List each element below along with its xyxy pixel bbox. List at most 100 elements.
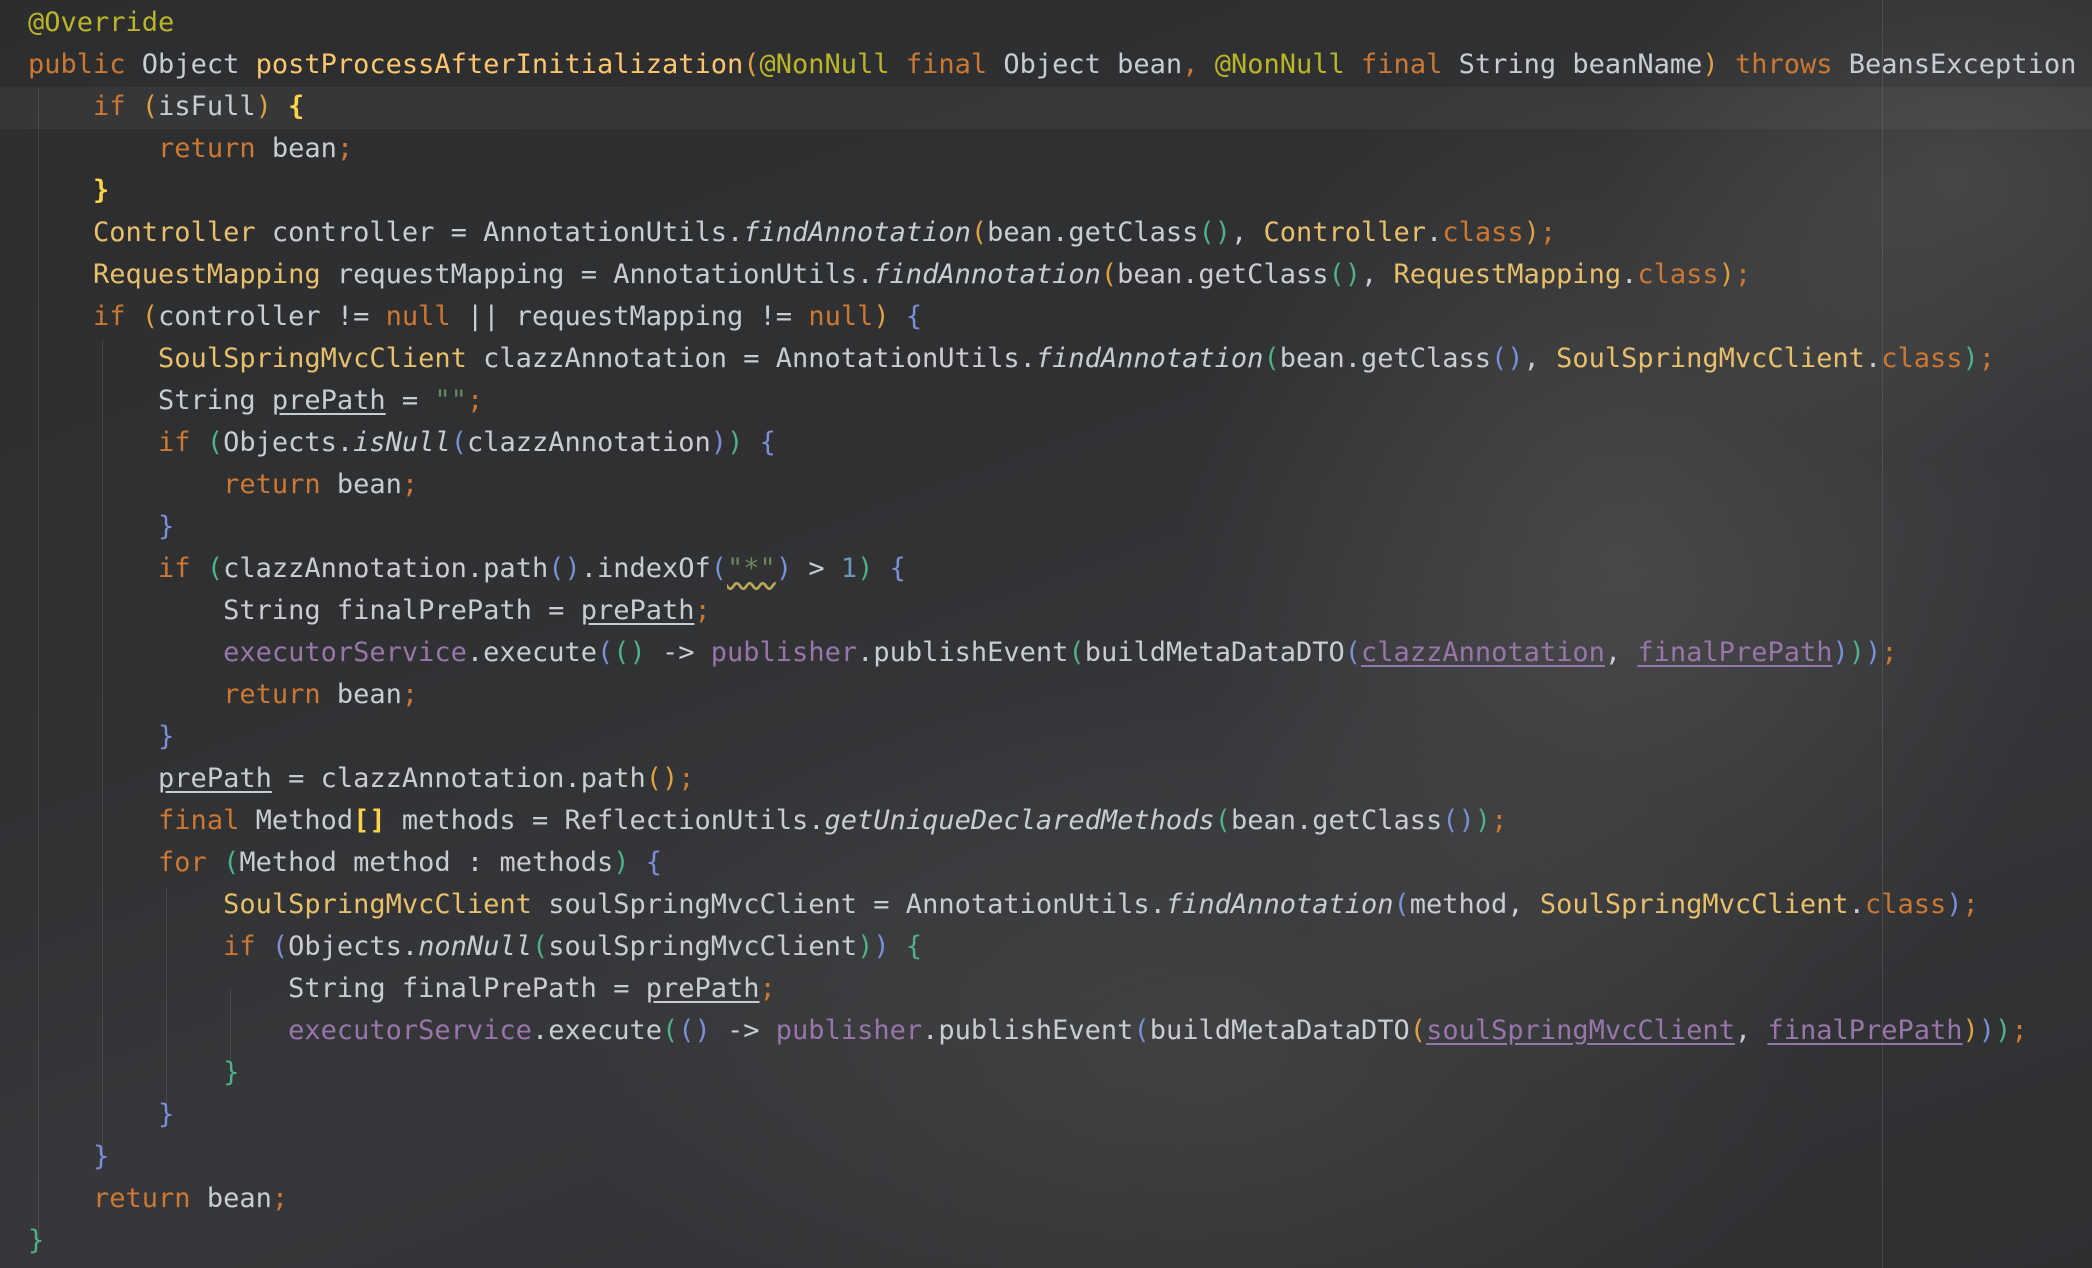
code-token: ; <box>678 763 695 794</box>
code-token: = clazzAnnotation.path <box>271 763 646 794</box>
code-token: -> <box>710 1015 776 1046</box>
code-line[interactable]: @Override <box>28 2 2092 44</box>
code-token: ( <box>661 1015 679 1046</box>
code-line[interactable]: prePath = clazzAnnotation.path(); <box>28 758 2092 800</box>
code-token: ) <box>1995 1015 2012 1046</box>
code-token: [] <box>353 805 386 836</box>
code-line[interactable]: } <box>28 1136 2092 1178</box>
code-token: findAnnotation <box>873 259 1101 290</box>
code-token: { <box>645 847 663 878</box>
code-editor[interactable]: @Override public Object postProcessAfterI… <box>0 0 2092 1268</box>
code-line[interactable]: if (controller != null || requestMapping… <box>28 296 2092 338</box>
code-token: ( <box>710 553 728 584</box>
code-line[interactable]: if (isFull) { <box>28 86 2092 128</box>
code-token: ) <box>613 847 630 878</box>
code-token: ) <box>775 553 793 584</box>
code-token: .publishEvent <box>922 1015 1134 1046</box>
code-line[interactable]: } <box>28 506 2092 548</box>
code-line[interactable]: return bean; <box>28 464 2092 506</box>
code-token: Object <box>125 49 256 80</box>
code-line[interactable]: } <box>28 1052 2092 1094</box>
code-token: postProcessAfterInitialization <box>255 49 744 80</box>
code-line[interactable]: executorService.execute(() -> publisher.… <box>28 632 2092 674</box>
code-line[interactable]: if (Objects.nonNull(soulSpringMvcClient)… <box>28 926 2092 968</box>
code-line[interactable]: return bean; <box>28 128 2092 170</box>
code-token: ( <box>970 217 988 248</box>
code-token: () <box>548 553 581 584</box>
code-line[interactable]: } <box>28 170 2092 212</box>
code-token: ) <box>1962 1015 1979 1046</box>
code-token: ( <box>743 49 760 80</box>
code-line[interactable]: if (Objects.isNull(clazzAnnotation)) { <box>28 422 2092 464</box>
code-line[interactable]: if (clazzAnnotation.path().indexOf("*") … <box>28 548 2092 590</box>
code-token: prePath <box>158 763 272 794</box>
code-line[interactable]: RequestMapping requestMapping = Annotati… <box>28 254 2092 296</box>
code-token: } <box>158 721 175 752</box>
code-line[interactable]: public Object postProcessAfterInitializa… <box>28 44 2092 86</box>
code-token: () <box>1491 343 1524 374</box>
code-line[interactable]: SoulSpringMvcClient clazzAnnotation = An… <box>28 338 2092 380</box>
code-line[interactable]: } <box>28 1094 2092 1136</box>
code-token: () <box>1328 259 1361 290</box>
code-line[interactable]: String finalPrePath = prePath; <box>28 968 2092 1010</box>
code-token: .execute <box>531 1015 662 1046</box>
code-token: () <box>645 763 679 794</box>
code-token: Object bean <box>987 49 1183 80</box>
code-token: publisher <box>775 1015 923 1046</box>
code-token: nonNull <box>418 931 532 962</box>
code-token: ( <box>1344 637 1362 668</box>
code-token: ) <box>857 553 874 584</box>
code-token: ) <box>710 427 728 458</box>
code-token: ; <box>1734 259 1752 290</box>
code-line[interactable]: for (Method method : methods) { <box>28 842 2092 884</box>
code-token: return <box>223 469 321 500</box>
code-line[interactable]: } <box>28 716 2092 758</box>
code-line[interactable]: String prePath = ""; <box>28 380 2092 422</box>
code-token: ( <box>1393 889 1410 920</box>
code-token: ; <box>694 595 711 626</box>
code-line[interactable]: final Method[] methods = ReflectionUtils… <box>28 800 2092 842</box>
code-token: return <box>223 679 321 710</box>
code-token: prePath <box>580 595 695 626</box>
code-line[interactable]: } <box>28 1220 2092 1262</box>
code-line[interactable]: executorService.execute(() -> publisher.… <box>28 1010 2092 1052</box>
code-token: ) <box>873 301 890 332</box>
code-token: , <box>1604 637 1638 668</box>
code-token: Objects. <box>288 931 419 962</box>
code-token: ) <box>1702 49 1719 80</box>
code-token: if <box>93 301 126 332</box>
code-token: ) <box>857 931 874 962</box>
code-token: if <box>223 931 256 962</box>
code-line[interactable]: Controller controller = AnnotationUtils.… <box>28 212 2092 254</box>
code-token: , <box>1230 217 1248 248</box>
code-line[interactable]: String finalPrePath = prePath; <box>28 590 2092 632</box>
code-token: Controller <box>93 217 256 248</box>
code-area[interactable]: @Override public Object postProcessAfterI… <box>28 2 2092 1262</box>
code-line[interactable]: return bean; <box>28 674 2092 716</box>
code-token: bean <box>320 679 402 710</box>
code-token: , <box>1182 49 1199 80</box>
code-token: ) <box>1865 637 1882 668</box>
code-line[interactable]: SoulSpringMvcClient soulSpringMvcClient … <box>28 884 2092 926</box>
code-token: clazzAnnotation.path <box>223 553 549 584</box>
code-line[interactable]: return bean; <box>28 1178 2092 1220</box>
code-token: controller = AnnotationUtils. <box>255 217 744 248</box>
code-token: if <box>158 427 191 458</box>
code-token: findAnnotation <box>1035 343 1264 374</box>
